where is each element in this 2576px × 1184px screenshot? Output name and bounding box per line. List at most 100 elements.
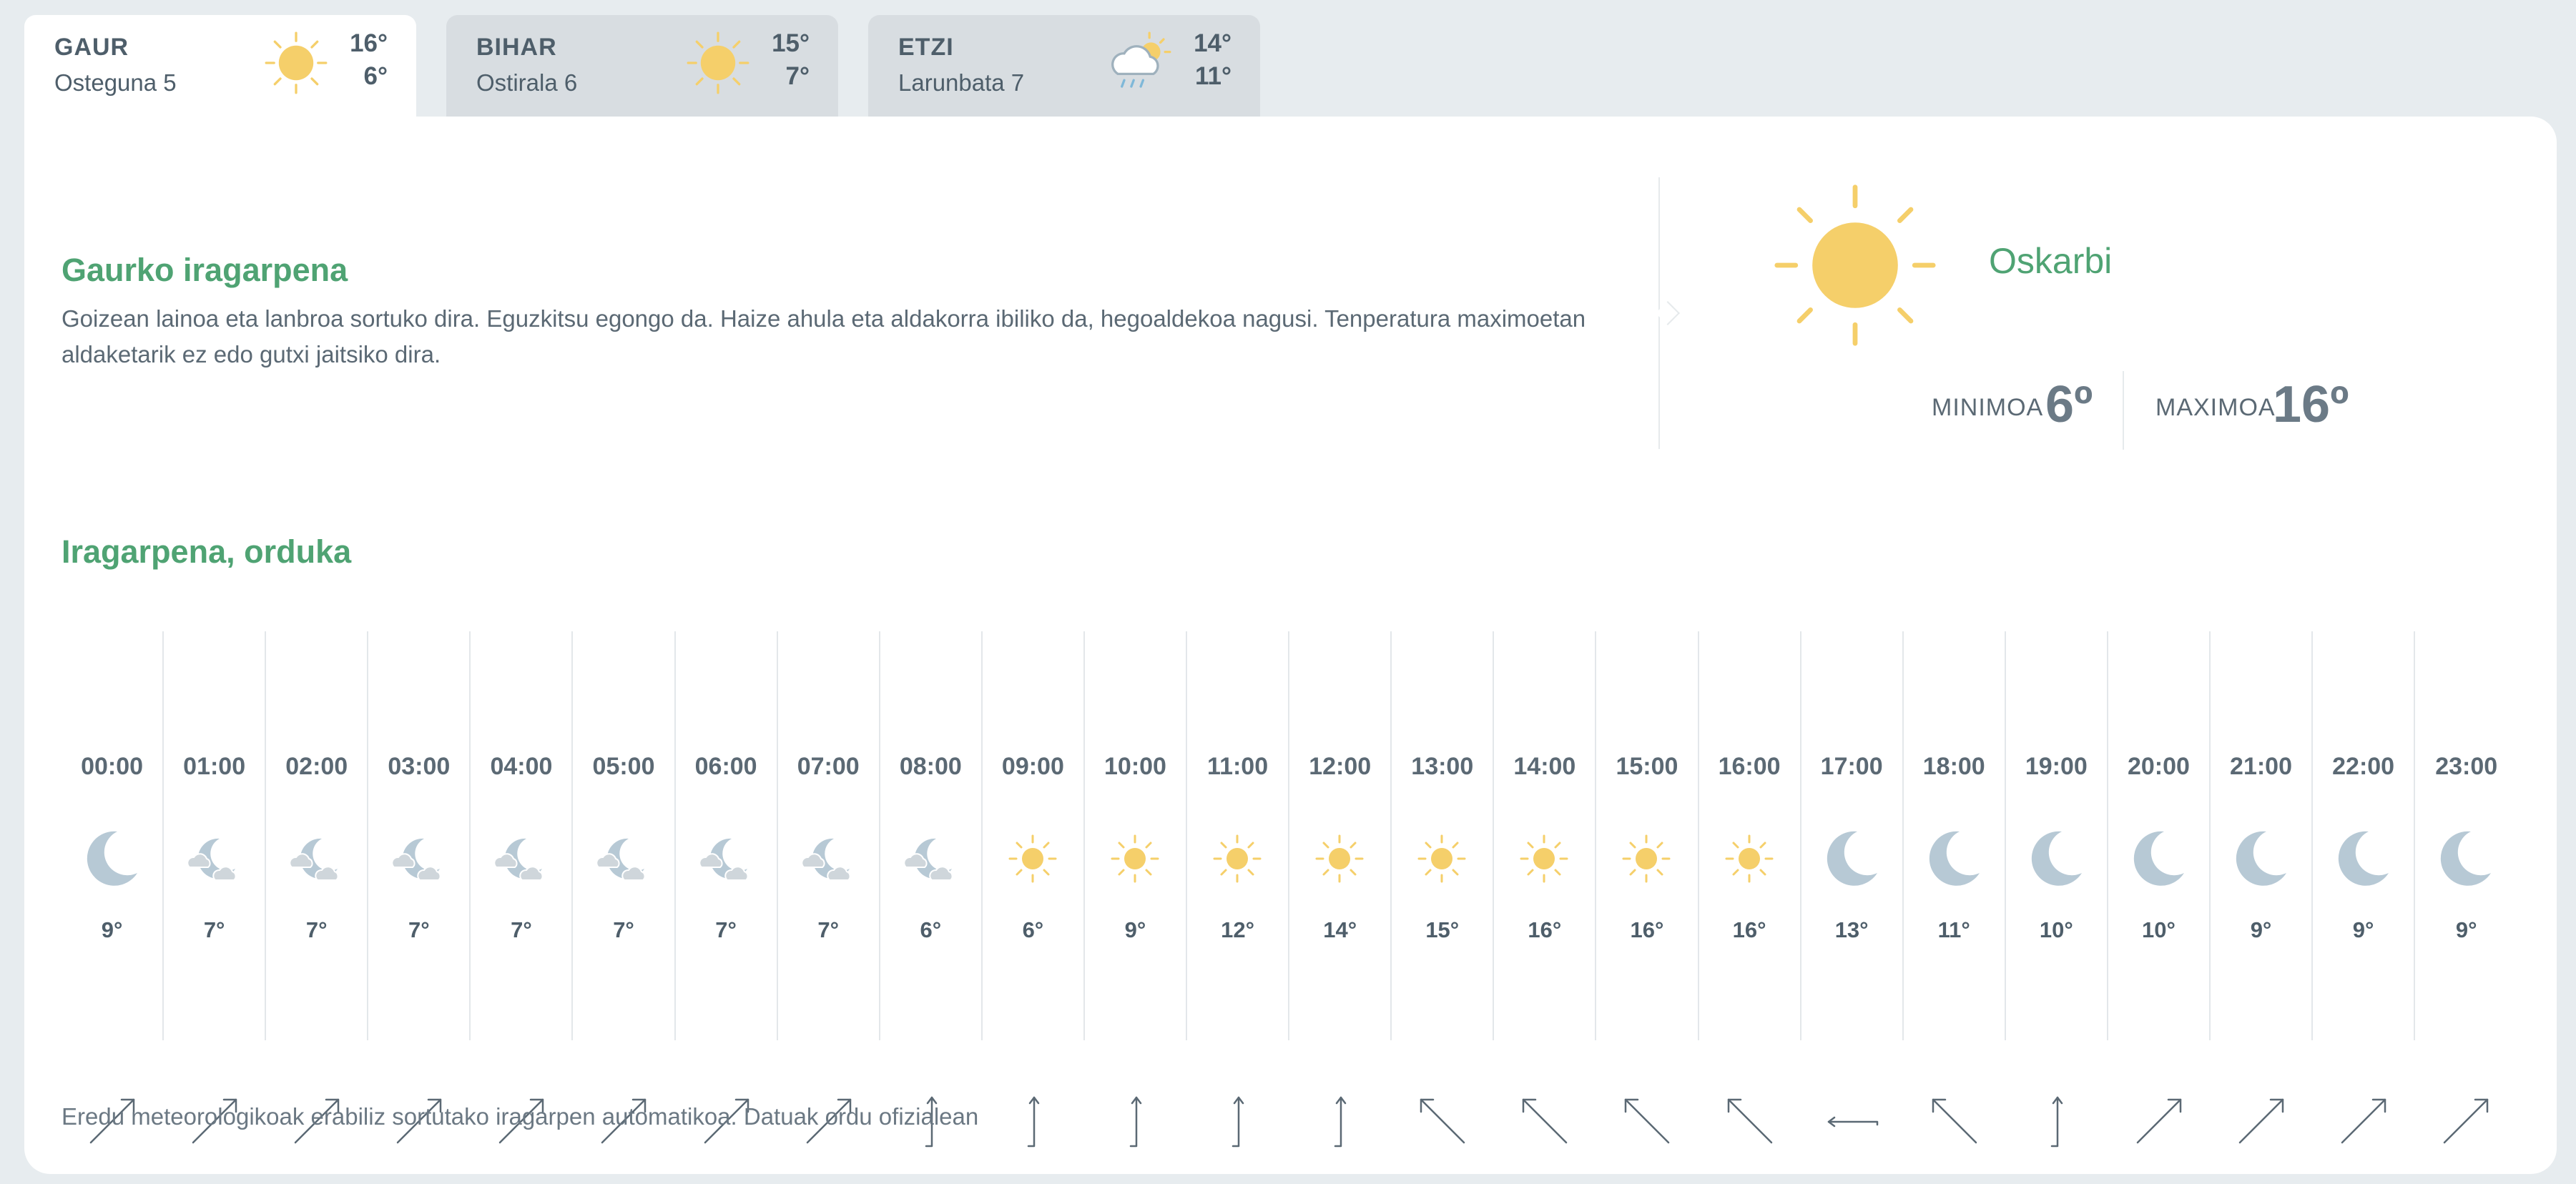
tab-day-date: Osteguna 5 (54, 69, 177, 96)
wind-arrow-icon (1334, 1096, 1347, 1148)
sun-icon (265, 31, 328, 94)
hour-column: 19:00 10° (2006, 631, 2108, 1148)
tab-today[interactable]: GAUR Osteguna 5 16° 6° (24, 15, 416, 129)
hour-temp: 16° (1528, 917, 1562, 942)
hour-time: 08:00 (899, 753, 962, 780)
hour-time: 09:00 (1001, 753, 1064, 780)
max-temp-label: MAXIMOA (2155, 394, 2276, 421)
hour-temp: 9° (1124, 917, 1146, 942)
hour-time: 10:00 (1104, 753, 1166, 780)
hour-column: 18:00 11° (1904, 631, 2006, 1144)
forecast-card: Gaurko iragarpena Goizean lainoa eta lan… (24, 117, 2557, 1174)
tab-tomorrow[interactable]: BIHAR Ostirala 6 15° 7° (446, 15, 838, 117)
tab-day-name: GAUR (54, 34, 129, 61)
moon-cloud-icon (391, 838, 441, 881)
sun-icon (1774, 184, 1936, 346)
hourly-forecast-title: Iragarpena, orduka (62, 533, 352, 570)
wind-arrow-icon (1727, 1098, 1772, 1144)
today-forecast-text: Goizean lainoa eta lanbroa sortuko dira.… (62, 305, 1586, 367)
wind-arrow-icon (1827, 1116, 1878, 1128)
tab-day-name: BIHAR (476, 34, 557, 61)
wind-arrow-icon (1625, 1098, 1670, 1144)
hour-column: 05:00 7° (573, 631, 676, 1144)
max-temp-value: 16º (2273, 376, 2349, 433)
hour-column: 14:00 16° (1494, 631, 1597, 1144)
hour-column: 06:00 7° (676, 631, 778, 1144)
hour-column: 12:00 14° (1289, 631, 1392, 1148)
moon-icon (2133, 831, 2184, 886)
rain-sun-cloud-icon (1111, 31, 1171, 88)
hour-column: 17:00 13° (1801, 631, 1904, 1128)
hour-column: 08:00 6° (880, 631, 983, 1148)
hour-temp: 11° (1937, 917, 1970, 942)
hour-column: 13:00 15° (1392, 631, 1495, 1144)
hour-time: 04:00 (490, 753, 553, 780)
hour-temp: 7° (613, 917, 634, 942)
hour-temp: 15° (1425, 917, 1460, 942)
sun-icon (1520, 834, 1568, 883)
min-max-divider (2123, 371, 2124, 450)
hour-column: 07:00 7° (778, 631, 880, 1144)
hour-temp: 7° (203, 917, 225, 942)
hour-time: 07:00 (797, 753, 860, 780)
sun-icon (1111, 834, 1159, 883)
hour-time: 19:00 (2025, 753, 2088, 780)
moon-icon (1929, 831, 1980, 886)
tab-day-after[interactable]: ETZI Larunbata 7 14° 11° (868, 15, 1260, 117)
hour-time: 21:00 (2230, 753, 2292, 780)
hour-time: 16:00 (1718, 753, 1781, 780)
sun-icon (1315, 834, 1364, 883)
wind-arrow-icon (1523, 1098, 1568, 1144)
hour-column: 22:00 9° (2313, 631, 2416, 1144)
moon-icon (2440, 831, 2492, 886)
moon-cloud-icon (903, 838, 953, 881)
hour-column: 03:00 7° (368, 631, 471, 1144)
hour-column: 04:00 7° (471, 631, 574, 1144)
hour-column: 20:00 10° (2108, 631, 2211, 1144)
tab-day-name: ETZI (898, 34, 954, 61)
hour-time: 11:00 (1207, 753, 1269, 780)
moon-cloud-icon (698, 838, 749, 881)
moon-icon (2236, 831, 2286, 886)
wind-arrow-icon (2341, 1098, 2386, 1144)
moon-cloud-icon (289, 838, 339, 881)
sun-icon (1213, 834, 1262, 883)
hour-time: 14:00 (1513, 753, 1576, 780)
tab-day-date: Ostirala 6 (476, 69, 578, 96)
min-temp-value: 6º (2045, 376, 2093, 433)
tab-min-temp: 6° (363, 62, 388, 90)
wind-arrow-icon (2238, 1098, 2284, 1144)
hour-temp: 16° (1732, 917, 1766, 942)
wind-arrow-icon (2443, 1098, 2489, 1144)
hour-time: 01:00 (183, 753, 246, 780)
hour-time: 23:00 (2435, 753, 2498, 780)
wind-arrow-icon (2136, 1098, 2182, 1144)
hour-column: 11:00 12° (1187, 631, 1290, 1148)
hour-time: 00:00 (81, 753, 144, 780)
hour-temp: 9° (2455, 917, 2477, 942)
min-temp-label: MINIMOA (1932, 394, 2044, 421)
hour-column: 21:00 9° (2211, 631, 2314, 1144)
tab-min-temp: 11° (1195, 62, 1232, 90)
hourly-forecast-list: 00:00 9° 01:00 7° 02:00 7° 03:00 7° 04:00 7° 05:00… (62, 631, 2519, 1148)
hour-temp: 12° (1221, 917, 1255, 942)
tab-max-temp: 16° (350, 29, 388, 57)
tab-max-temp: 15° (772, 29, 810, 57)
moon-icon (2031, 831, 2082, 886)
hour-time: 13:00 (1411, 753, 1474, 780)
wind-arrow-icon (1027, 1096, 1040, 1148)
today-forecast-title: Gaurko iragarpena (62, 252, 348, 288)
wind-arrow-icon (1932, 1098, 1977, 1144)
sun-icon (1008, 834, 1057, 883)
tab-day-date: Larunbata 7 (898, 69, 1025, 96)
moon-icon (2338, 831, 2389, 886)
hour-temp: 9° (2250, 917, 2272, 942)
wind-arrow-icon (1420, 1098, 1465, 1144)
hour-temp: 7° (511, 917, 532, 942)
hour-temp: 9° (101, 917, 123, 942)
hour-column: 00:00 9° (62, 631, 164, 1144)
hour-column: 10:00 9° (1085, 631, 1188, 1148)
hour-temp: 7° (715, 917, 737, 942)
moon-icon (87, 831, 137, 886)
hour-temp: 7° (817, 917, 840, 942)
